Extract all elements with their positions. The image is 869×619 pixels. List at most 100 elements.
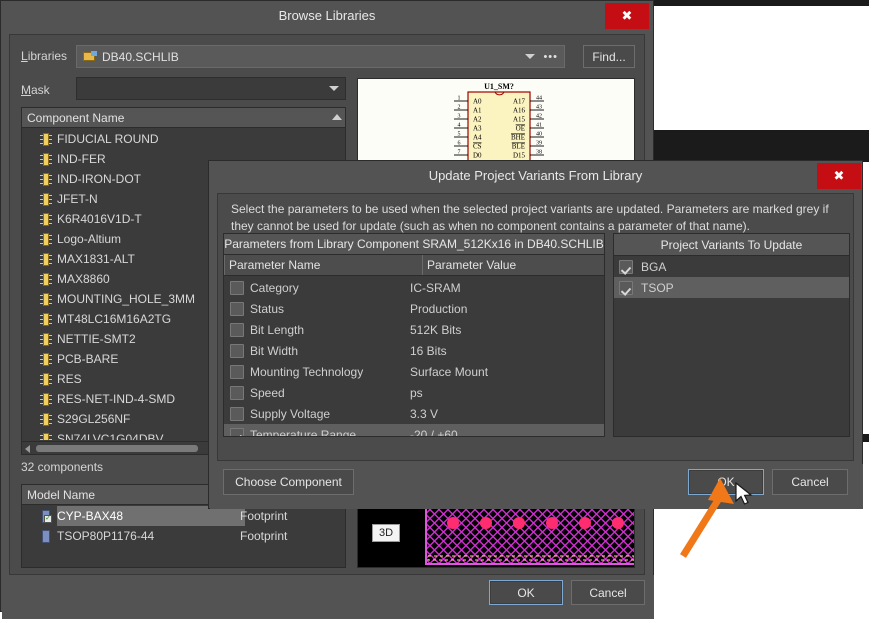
variants-panel-title: Project Variants To Update: [614, 234, 849, 256]
parameter-name-column-header[interactable]: Parameter Name: [224, 255, 422, 275]
component-icon: [40, 372, 52, 386]
svg-text:38: 38: [536, 150, 542, 156]
variant-checkbox-checked[interactable]: [619, 280, 633, 295]
scroll-left-icon[interactable]: [25, 445, 30, 453]
parameter-checkbox[interactable]: [230, 406, 244, 421]
component-list-item[interactable]: FIDUCIAL ROUND: [22, 129, 345, 149]
parameter-checkbox[interactable]: [230, 280, 244, 295]
model-list[interactable]: ✓ CYP-BAX48 Footprint TSOP80P1176-44 Footpri…: [22, 506, 345, 567]
model-type-label: Footprint: [240, 529, 288, 543]
parameter-row[interactable]: Mounting Technology Surface Mount: [224, 361, 604, 382]
component-icon: [40, 132, 52, 146]
svg-text:42: 42: [536, 114, 542, 120]
parameter-name-cell: Category: [250, 280, 299, 295]
component-list-item-label: PCB-BARE: [57, 352, 119, 366]
svg-text:A16: A16: [513, 107, 526, 115]
pcb-3d-badge[interactable]: 3D: [372, 524, 401, 542]
footprint-checked-icon: ✓: [40, 509, 52, 523]
svg-text:3: 3: [458, 114, 461, 120]
libraries-label: Libraries: [21, 49, 68, 63]
mask-label: Mask: [21, 83, 50, 97]
parameters-panel-title: Parameters from Library Component SRAM_5…: [224, 234, 604, 255]
parameter-name-cell: Bit Width: [250, 343, 299, 358]
sort-asc-icon[interactable]: [332, 114, 342, 120]
component-list-item-label: IND-FER: [57, 152, 106, 166]
component-list-item-label: IND-IRON-DOT: [57, 172, 141, 186]
hscroll-thumb[interactable]: [36, 445, 198, 452]
component-list-item-label: MAX8860: [57, 272, 110, 286]
chevron-down-icon[interactable]: [525, 54, 536, 59]
svg-text:7: 7: [458, 150, 461, 156]
inner-cancel-button[interactable]: Cancel: [772, 469, 848, 495]
parameter-name-cell: Speed: [250, 385, 285, 400]
parameters-table-header: Parameter Name Parameter Value: [224, 255, 604, 276]
variant-checkbox-checked[interactable]: [619, 259, 633, 274]
parameter-row[interactable]: Bit Length 512K Bits: [224, 319, 604, 340]
parameter-value-cell: -20 / +60: [410, 427, 458, 437]
svg-text:BLE: BLE: [512, 143, 525, 151]
variant-row[interactable]: BGA: [614, 256, 849, 277]
parameters-table-body[interactable]: Category IC-SRAM Status Production Bit Lengt…: [224, 277, 604, 436]
parameter-checkbox-checked[interactable]: [230, 427, 244, 436]
component-icon: [40, 292, 52, 306]
component-icon: [40, 332, 52, 346]
update-project-variants-dialog: Update Project Variants From Library ✖ S…: [208, 160, 863, 509]
parameter-name-cell: Temperature Range: [250, 427, 357, 437]
parameter-row[interactable]: Supply Voltage 3.3 V: [224, 403, 604, 424]
variant-row[interactable]: TSOP: [614, 277, 849, 298]
svg-text:5: 5: [458, 132, 461, 138]
component-list-item-label: MAX1831-ALT: [57, 252, 135, 266]
mask-chevron-down-icon[interactable]: [329, 86, 339, 91]
close-icon[interactable]: ✖: [605, 3, 649, 29]
parameter-row[interactable]: Speed ps: [224, 382, 604, 403]
svg-text:A1: A1: [473, 107, 482, 115]
parameter-checkbox[interactable]: [230, 343, 244, 358]
outer-cancel-button[interactable]: Cancel: [571, 580, 645, 605]
inner-ok-button[interactable]: OK: [688, 469, 764, 495]
component-list-item-label: FIDUCIAL ROUND: [57, 132, 159, 146]
parameter-row[interactable]: Temperature Range -20 / +60: [224, 424, 604, 436]
svg-text:D15: D15: [513, 152, 526, 160]
mask-input[interactable]: [76, 77, 346, 100]
component-list-item-label: MOUNTING_HOLE_3MM: [57, 292, 196, 306]
update-variants-close-icon[interactable]: ✖: [817, 163, 861, 189]
parameter-row[interactable]: Category IC-SRAM: [224, 277, 604, 298]
svg-text:U1_SM?: U1_SM?: [484, 82, 514, 91]
parameter-name-cell: Supply Voltage: [250, 406, 331, 421]
component-icon: [40, 392, 52, 406]
parameter-name-cell: Status: [250, 301, 285, 316]
component-icon: [40, 432, 52, 440]
parameter-checkbox[interactable]: [230, 301, 244, 316]
svg-text:OE: OE: [516, 125, 525, 133]
parameter-row[interactable]: Status Production: [224, 298, 604, 319]
parameter-checkbox[interactable]: [230, 385, 244, 400]
model-list-item[interactable]: ✓ CYP-BAX48 Footprint: [22, 506, 345, 526]
model-type-label: Footprint: [240, 509, 288, 523]
parameter-row[interactable]: Bit Width 16 Bits: [224, 340, 604, 361]
libraries-ellipsis-button[interactable]: •••: [543, 51, 558, 63]
parameter-checkbox[interactable]: [230, 364, 244, 379]
parameter-checkbox[interactable]: [230, 322, 244, 337]
parameter-value-cell: 3.3 V: [410, 406, 439, 421]
find-button[interactable]: Find...: [583, 45, 635, 68]
component-count: 32 components: [21, 460, 104, 474]
svg-text:4: 4: [458, 123, 461, 129]
outer-ok-button[interactable]: OK: [489, 580, 563, 605]
component-icon: [40, 152, 52, 166]
component-icon: [40, 412, 52, 426]
parameter-value-column-header[interactable]: Parameter Value: [422, 255, 604, 275]
component-list-item-label: RES-NET-IND-4-SMD: [57, 392, 176, 406]
parameter-value-cell: 512K Bits: [410, 322, 462, 337]
browse-libraries-title: Browse Libraries: [278, 8, 376, 23]
model-list-item[interactable]: TSOP80P1176-44 Footprint: [22, 526, 345, 546]
component-icon: [40, 252, 52, 266]
component-list-item-label: S29GL256NF: [57, 412, 131, 426]
editor-backdrop-top: [654, 0, 869, 6]
libraries-select[interactable]: DB40.SCHLIB •••: [76, 45, 565, 68]
choose-component-button[interactable]: Choose Component: [223, 469, 354, 495]
svg-text:6: 6: [458, 141, 461, 147]
variants-table-body[interactable]: BGA TSOP: [614, 256, 849, 436]
svg-text:41: 41: [536, 123, 542, 129]
component-list-item-label: MT48LC16M16A2TG: [57, 312, 172, 326]
component-icon: [40, 172, 52, 186]
